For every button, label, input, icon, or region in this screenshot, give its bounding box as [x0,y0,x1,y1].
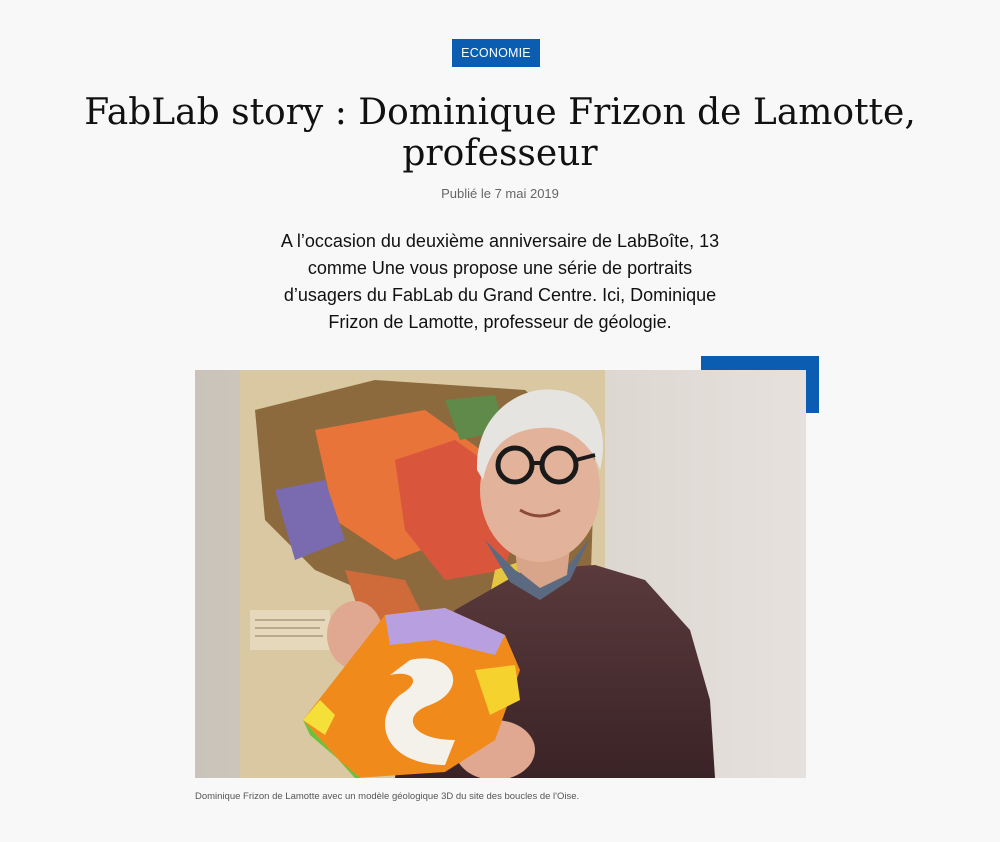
article-photo [195,370,806,778]
article-title: FabLab story : Dominique Frizon de Lamot… [84,92,916,174]
article-lead: A l’occasion du deuxième anniversaire de… [280,231,720,332]
image-caption: Dominique Frizon de Lamotte avec un modè… [195,791,580,802]
publish-date: Publié le 7 mai 2019 [441,186,559,201]
category-badge[interactable]: ECONOMIE [452,39,540,67]
